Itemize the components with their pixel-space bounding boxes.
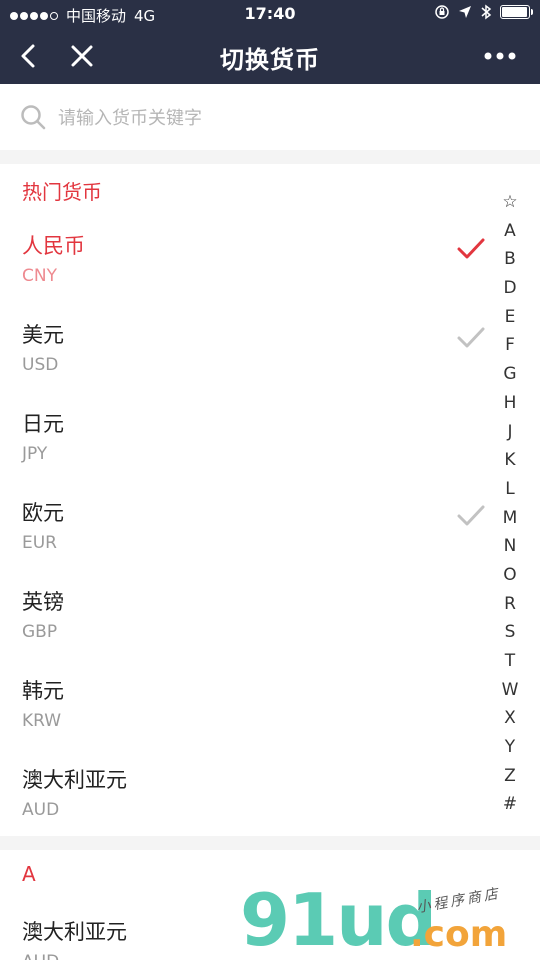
index-letter-k[interactable]: K — [494, 446, 526, 475]
currency-item-jpy[interactable]: 日元 JPY — [0, 408, 490, 496]
index-letter-n[interactable]: N — [494, 532, 526, 561]
currency-name: 澳大利亚元 — [22, 768, 127, 792]
index-letter-w[interactable]: W — [494, 676, 526, 705]
search-icon — [21, 105, 46, 130]
currency-code: AUD — [22, 952, 59, 960]
index-letter-g[interactable]: G — [494, 360, 526, 389]
more-dots-icon[interactable] — [482, 44, 518, 68]
currency-code: AUD — [22, 800, 60, 820]
currency-code: KRW — [22, 711, 62, 731]
currency-code: CNY — [22, 266, 57, 286]
currency-code: EUR — [22, 533, 57, 553]
watermark-domain: .com — [410, 914, 508, 955]
hot-currency-list: 热门货币 人民币 CNY 美元 USD 日元 JPY 欧元 EUR 英镑 GBP… — [0, 164, 540, 836]
currency-item-eur[interactable]: 欧元 EUR — [0, 497, 490, 585]
alphabet-index[interactable]: ☆ A B D E F G H J K L M N O R S T W X Y … — [494, 188, 526, 819]
index-letter-f[interactable]: F — [494, 331, 526, 360]
currency-name: 人民币 — [22, 234, 85, 258]
index-letter-o[interactable]: O — [494, 561, 526, 590]
top-bar: 中国移动 4G 17:40 切换货币 — [0, 0, 540, 84]
watermark-brand: 91ud — [240, 878, 437, 960]
location-icon — [459, 6, 471, 18]
index-letter-z[interactable]: Z — [494, 762, 526, 791]
index-letter-x[interactable]: X — [494, 704, 526, 733]
index-letter-star[interactable]: ☆ — [494, 188, 526, 217]
watermark-logo: 91ud 小程序商店 .com — [240, 880, 540, 960]
index-letter-j[interactable]: J — [494, 418, 526, 447]
check-icon — [457, 505, 485, 526]
search-bar — [0, 84, 540, 150]
index-letter-h[interactable]: H — [494, 389, 526, 418]
currency-name: 欧元 — [22, 501, 64, 525]
index-letter-d[interactable]: D — [494, 274, 526, 303]
search-input[interactable] — [58, 104, 498, 132]
index-letter-e[interactable]: E — [494, 303, 526, 332]
currency-item-gbp[interactable]: 英镑 GBP — [0, 586, 490, 674]
check-icon — [457, 238, 485, 259]
currency-item-cny[interactable]: 人民币 CNY — [0, 230, 490, 318]
currency-name: 美元 — [22, 323, 64, 347]
index-letter-hash[interactable]: # — [494, 790, 526, 819]
currency-item-usd[interactable]: 美元 USD — [0, 319, 490, 407]
battery-icon — [500, 5, 533, 19]
index-letter-b[interactable]: B — [494, 245, 526, 274]
section-header-hot: 热门货币 — [22, 180, 102, 204]
index-letter-a[interactable]: A — [494, 217, 526, 246]
currency-name: 韩元 — [22, 679, 64, 703]
check-icon — [457, 327, 485, 348]
currency-code: JPY — [22, 444, 48, 464]
index-letter-m[interactable]: M — [494, 504, 526, 533]
currency-item-aud[interactable]: 澳大利亚元 AUD — [0, 764, 490, 852]
currency-name: 英镑 — [22, 590, 64, 614]
orientation-lock-icon — [435, 5, 449, 19]
currency-item-krw[interactable]: 韩元 KRW — [0, 675, 490, 763]
index-letter-s[interactable]: S — [494, 618, 526, 647]
index-letter-y[interactable]: Y — [494, 733, 526, 762]
currency-name: 日元 — [22, 412, 64, 436]
currency-code: GBP — [22, 622, 58, 642]
currency-code: USD — [22, 355, 59, 375]
index-letter-l[interactable]: L — [494, 475, 526, 504]
bluetooth-icon — [481, 4, 492, 20]
index-letter-t[interactable]: T — [494, 647, 526, 676]
index-letter-r[interactable]: R — [494, 590, 526, 619]
nav-bar: 切换货币 — [0, 28, 540, 84]
section-header-a: A — [22, 862, 36, 886]
status-bar: 中国移动 4G 17:40 — [0, 0, 540, 28]
currency-name: 澳大利亚元 — [22, 920, 127, 944]
page-title: 切换货币 — [220, 46, 320, 74]
